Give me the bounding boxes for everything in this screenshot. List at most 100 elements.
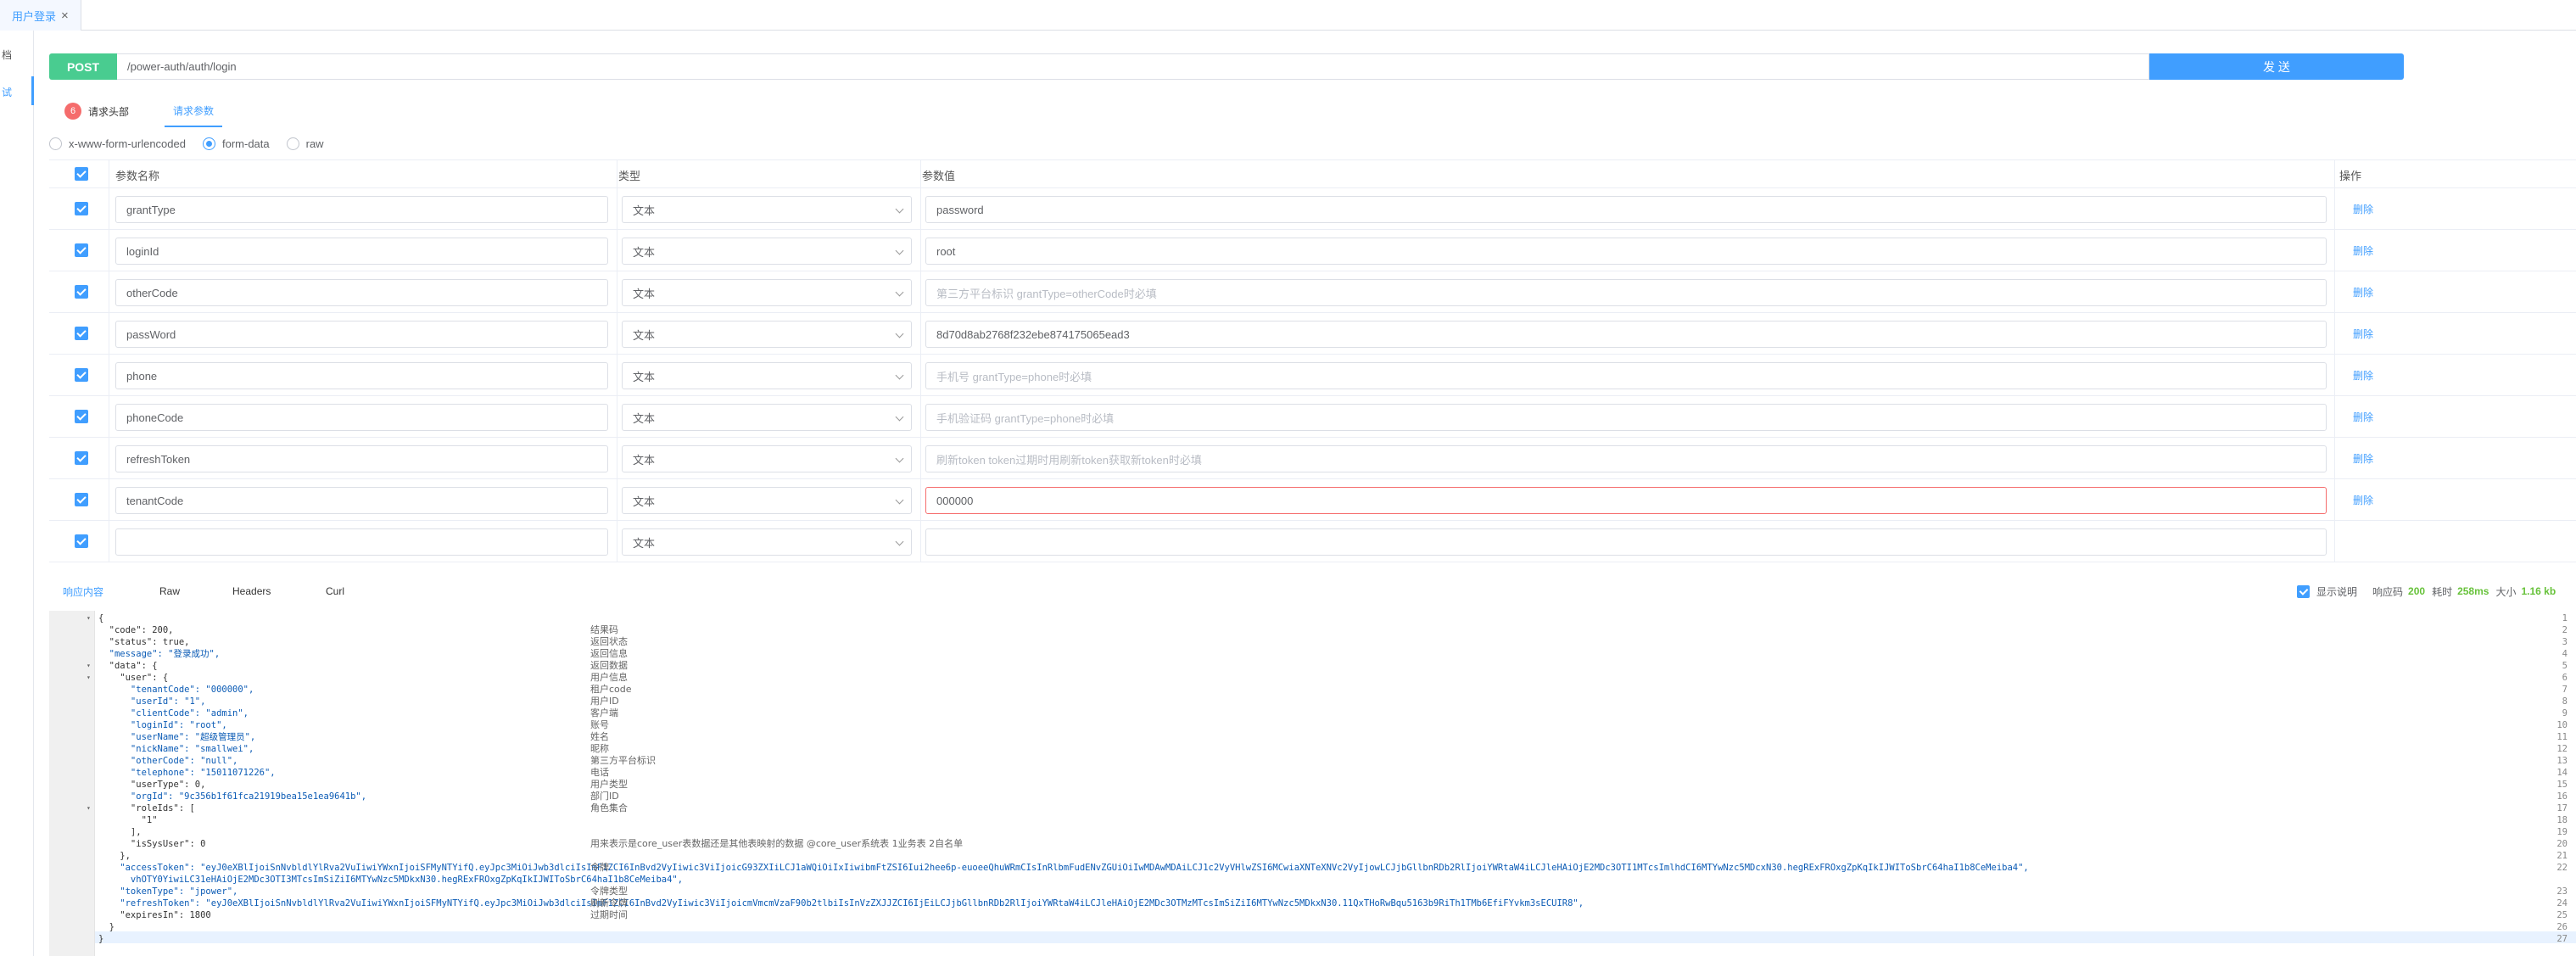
field-description: 部门ID: [590, 791, 619, 802]
radio-label: form-data: [221, 137, 270, 150]
divider: [2334, 396, 2335, 437]
tab-request-params[interactable]: 请求参数: [165, 95, 223, 127]
radio-urlencoded[interactable]: x-www-form-urlencoded: [49, 137, 186, 150]
table-row: phone 文本 手机号 grantType=phone时必填 删除: [49, 355, 2576, 396]
param-value-input[interactable]: [925, 528, 2327, 556]
param-value-input[interactable]: 手机号 grantType=phone时必填: [925, 362, 2327, 389]
param-value-input[interactable]: 刷新token token过期时用刷新token获取新token时必填: [925, 445, 2327, 472]
row-checkbox[interactable]: [75, 368, 88, 382]
header-param-name: 参数名称: [115, 169, 160, 182]
field-description: 客户端: [590, 707, 618, 718]
select-value: 文本: [633, 370, 656, 383]
field-description: 返回数据: [590, 660, 628, 671]
field-description: 账号: [590, 719, 609, 730]
row-checkbox[interactable]: [75, 451, 88, 465]
status-value: 200: [2408, 585, 2426, 597]
select-all-checkbox[interactable]: [75, 167, 88, 181]
fold-arrow-icon[interactable]: ▾: [87, 672, 91, 684]
param-type-select[interactable]: 文本: [622, 487, 912, 514]
left-nav-item-test[interactable]: 试: [2, 85, 12, 99]
delete-button[interactable]: 删除: [2353, 271, 2373, 313]
fold-arrow-icon[interactable]: ▾: [87, 660, 91, 672]
code-line: "otherCode": "null",: [98, 756, 238, 766]
chevron-down-icon: [895, 371, 904, 380]
active-indicator: [31, 76, 34, 105]
tab-response-headers[interactable]: Headers: [232, 579, 271, 604]
param-value-input[interactable]: 8d70d8ab2768f232ebe874175065ead3: [925, 321, 2327, 348]
code-line: "refreshToken": "eyJ0eXBlIjoiSnNvbldlYlR…: [98, 898, 1584, 908]
tab-request-headers[interactable]: 6 请求头部: [64, 95, 129, 127]
left-nav-item-doc[interactable]: 档: [2, 48, 12, 62]
param-name-input[interactable]: grantType: [115, 196, 608, 223]
param-name-input[interactable]: loginId: [115, 238, 608, 265]
delete-button[interactable]: 删除: [2353, 479, 2373, 521]
send-button[interactable]: 发 送: [2149, 53, 2404, 80]
tab-response-content[interactable]: 响应内容: [63, 579, 103, 604]
param-name-input[interactable]: passWord: [115, 321, 608, 348]
radio-circle[interactable]: [49, 137, 62, 150]
divider: [2334, 521, 2335, 562]
param-type-select[interactable]: 文本: [622, 238, 912, 265]
response-editor[interactable]: 1 ▾ {2 "code": 200, 结果码 3 "status": true, 返回状…: [49, 611, 2576, 956]
select-value: 文本: [633, 453, 656, 467]
delete-button[interactable]: 删除: [2353, 438, 2373, 479]
row-checkbox[interactable]: [75, 327, 88, 340]
delete-button[interactable]: 删除: [2353, 188, 2373, 230]
fold-arrow-icon[interactable]: ▾: [87, 802, 91, 814]
row-checkbox[interactable]: [75, 202, 88, 215]
param-type-select[interactable]: 文本: [622, 321, 912, 348]
fold-arrow-icon[interactable]: ▾: [87, 612, 91, 624]
code-line-wrapped: vhOTY0YiwiLC31eHAiOjE2MDc3OTI3MTcsImSiZi…: [98, 875, 684, 885]
radio-form-data[interactable]: form-data: [202, 137, 270, 150]
row-checkbox[interactable]: [75, 243, 88, 257]
row-checkbox[interactable]: [75, 285, 88, 299]
tab-response-raw[interactable]: Raw: [159, 579, 180, 604]
param-type-select[interactable]: 文本: [622, 404, 912, 431]
method-badge[interactable]: POST: [49, 53, 117, 80]
delete-button[interactable]: 删除: [2353, 230, 2373, 271]
delete-button[interactable]: 删除: [2353, 396, 2373, 438]
tab-user-login[interactable]: 用户登录 ×: [0, 0, 81, 31]
field-description: 结果码: [590, 624, 618, 635]
param-value-input[interactable]: 第三方平台标识 grantType=otherCode时必填: [925, 279, 2327, 306]
field-description: 用户信息: [590, 672, 628, 683]
param-value-input[interactable]: 手机验证码 grantType=phone时必填: [925, 404, 2327, 431]
tab-response-curl[interactable]: Curl: [326, 579, 344, 604]
param-value-input[interactable]: root: [925, 238, 2327, 265]
params-table: 参数名称 类型 参数值 操作 grantType 文本 password 删除 logi…: [49, 159, 2576, 562]
code-line: "data": {: [98, 661, 158, 671]
param-name-input[interactable]: phoneCode: [115, 404, 608, 431]
row-checkbox[interactable]: [75, 534, 88, 548]
select-value: 文本: [633, 536, 656, 550]
param-name-input[interactable]: refreshToken: [115, 445, 608, 472]
param-name-input[interactable]: [115, 528, 608, 556]
radio-circle-selected[interactable]: [202, 137, 215, 150]
show-desc-checkbox[interactable]: [2297, 584, 2310, 598]
param-type-select[interactable]: 文本: [622, 196, 912, 223]
delete-button[interactable]: 删除: [2353, 313, 2373, 355]
param-name-input[interactable]: otherCode: [115, 279, 608, 306]
row-checkbox[interactable]: [75, 493, 88, 506]
field-description: 返回信息: [590, 648, 628, 659]
delete-button[interactable]: 删除: [2353, 355, 2373, 396]
param-name-input[interactable]: tenantCode: [115, 487, 608, 514]
param-name-input[interactable]: phone: [115, 362, 608, 389]
radio-circle[interactable]: [286, 137, 299, 150]
line-number: 22: [2556, 863, 2568, 873]
param-value-input[interactable]: 000000: [925, 487, 2327, 514]
code-line: }: [98, 922, 115, 932]
row-checkbox[interactable]: [75, 410, 88, 423]
close-icon[interactable]: ×: [61, 8, 69, 23]
param-type-select[interactable]: 文本: [622, 362, 912, 389]
radio-label: raw: [305, 137, 324, 150]
table-row: phoneCode 文本 手机验证码 grantType=phone时必填 删除: [49, 396, 2576, 438]
param-type-select[interactable]: 文本: [622, 279, 912, 306]
param-value-input[interactable]: password: [925, 196, 2327, 223]
radio-raw[interactable]: raw: [286, 137, 324, 150]
line-number: 9: [2562, 708, 2568, 718]
url-input[interactable]: /power-auth/auth/login: [117, 53, 2149, 80]
param-type-select[interactable]: 文本: [622, 528, 912, 556]
headers-count-badge: 6: [64, 103, 81, 120]
line-number: 18: [2556, 815, 2568, 825]
param-type-select[interactable]: 文本: [622, 445, 912, 472]
